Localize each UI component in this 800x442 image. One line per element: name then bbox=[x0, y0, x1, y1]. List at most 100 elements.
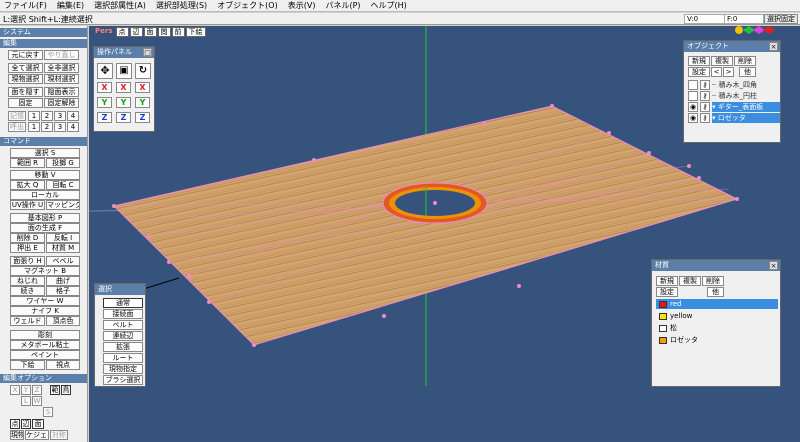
select-current-material-button[interactable]: 現材選択 bbox=[44, 74, 79, 84]
metaball-button[interactable]: メタボール粘土 bbox=[10, 340, 80, 350]
move-command-button[interactable]: 移動 V bbox=[10, 170, 80, 180]
move-z-button[interactable]: Z bbox=[97, 112, 112, 123]
recall-button[interactable]: 呼出 bbox=[8, 122, 26, 132]
operation-panel-close-button[interactable]: □ bbox=[143, 48, 152, 57]
range-command-button[interactable]: 範囲 R bbox=[10, 158, 45, 168]
redo-button[interactable]: やり直し bbox=[44, 50, 79, 60]
select-loop-edge-button[interactable]: 連続辺 bbox=[103, 331, 143, 341]
local-command-button[interactable]: ローカル bbox=[10, 190, 80, 200]
select-route-button[interactable]: ルート bbox=[103, 353, 143, 363]
bevel-button[interactable]: ベベル bbox=[46, 256, 80, 266]
view-edge-button[interactable]: 辺 bbox=[129, 27, 143, 37]
object-row-selected[interactable]: ▾ ギター_表面板 bbox=[712, 102, 780, 112]
menu-edit[interactable]: 編集(E) bbox=[57, 0, 84, 11]
object-settings-button[interactable]: 設定 bbox=[688, 67, 710, 77]
show-hidden-face-button[interactable]: 隠面表示 bbox=[44, 87, 79, 97]
vertex-color-button[interactable]: 頂点色 bbox=[46, 316, 80, 326]
face-stretch-button[interactable]: 面張り H bbox=[10, 256, 45, 266]
unfix-button[interactable]: 固定解除 bbox=[44, 98, 79, 108]
object-panel-close-button[interactable]: × bbox=[769, 42, 778, 51]
select-expand-button[interactable]: 拡張 bbox=[103, 342, 143, 352]
material-panel-close-button[interactable]: × bbox=[769, 261, 778, 270]
edge-mode-toggle[interactable]: 辺 bbox=[21, 419, 31, 429]
symmetry-toggle[interactable]: 対称 bbox=[50, 430, 68, 440]
object-panel-title[interactable]: オブジェクト × bbox=[684, 41, 780, 52]
object-prev-button[interactable]: < bbox=[711, 67, 722, 77]
material-settings-button[interactable]: 設定 bbox=[656, 287, 678, 297]
material-row[interactable]: 松 bbox=[656, 323, 778, 333]
material-row[interactable]: yellow bbox=[656, 311, 778, 321]
axis-z-toggle[interactable]: Z bbox=[32, 385, 42, 395]
material-command-button[interactable]: 材質 M bbox=[46, 243, 80, 253]
view-underlay-button[interactable]: 下絵 bbox=[185, 27, 206, 37]
lock-icon[interactable]: ⚷ bbox=[700, 80, 710, 90]
magnet-button[interactable]: マグネット B bbox=[10, 266, 80, 276]
object-next-button[interactable]: > bbox=[723, 67, 734, 77]
local-axis-toggle[interactable]: L bbox=[21, 396, 31, 406]
face-generate-button[interactable]: 面の生成 F bbox=[10, 223, 80, 233]
object-visibility-toggle[interactable] bbox=[688, 91, 698, 101]
memory-slot-3[interactable]: 3 bbox=[54, 111, 66, 121]
menu-selection-process[interactable]: 選択部処理(S) bbox=[156, 0, 207, 11]
extrude-command-button[interactable]: 押出 E bbox=[10, 243, 45, 253]
material-row-selected[interactable]: red bbox=[656, 299, 778, 309]
perspective-toggle[interactable]: Pers bbox=[93, 27, 115, 37]
eye-icon[interactable]: ◉ bbox=[688, 113, 698, 123]
view-face-button[interactable]: 面 bbox=[143, 27, 157, 37]
material-delete-button[interactable]: 削除 bbox=[702, 276, 724, 286]
select-belt-button[interactable]: ベルト bbox=[103, 320, 143, 330]
select-all-button[interactable]: 全て選択 bbox=[8, 63, 43, 73]
select-current-object-button[interactable]: 現物選択 bbox=[8, 74, 43, 84]
deselect-all-button[interactable]: 全非選択 bbox=[44, 63, 79, 73]
mapping-command-button[interactable]: マッピング bbox=[46, 200, 80, 210]
scale-command-button[interactable]: 拡大 Q bbox=[10, 180, 45, 190]
recall-slot-4[interactable]: 4 bbox=[67, 122, 79, 132]
menu-help[interactable]: ヘルプ(H) bbox=[371, 0, 407, 11]
material-clone-button[interactable]: 複製 bbox=[679, 276, 701, 286]
memory-slot-2[interactable]: 2 bbox=[41, 111, 53, 121]
lasso-command-button[interactable]: 投擲 G bbox=[46, 158, 80, 168]
recall-slot-2[interactable]: 2 bbox=[41, 122, 53, 132]
object-delete-button[interactable]: 削除 bbox=[734, 56, 756, 66]
view-wire-button[interactable]: 閲 bbox=[157, 27, 171, 37]
bend-button[interactable]: 曲げ bbox=[46, 276, 80, 286]
lock-icon[interactable]: ⚷ bbox=[700, 113, 710, 123]
rotate-x-button[interactable]: X bbox=[135, 82, 150, 93]
rotate-z-button[interactable]: Z bbox=[135, 112, 150, 123]
weld-button[interactable]: ウェルド bbox=[10, 316, 45, 326]
view-front-button[interactable]: 前 bbox=[171, 27, 185, 37]
material-panel-title[interactable]: 材質 × bbox=[652, 260, 780, 271]
object-row[interactable]: ┈ 積み木_四角 bbox=[712, 80, 780, 90]
world-axis-toggle[interactable]: W bbox=[32, 396, 42, 406]
object-clone-button[interactable]: 複製 bbox=[711, 56, 733, 66]
delete-command-button[interactable]: 削除 D bbox=[10, 233, 45, 243]
select-normal-button[interactable]: 通常 bbox=[103, 298, 143, 308]
snap-toggle[interactable]: 鳥 bbox=[61, 385, 71, 395]
object-row-selected[interactable]: ▾ ロゼッタ bbox=[712, 113, 780, 123]
memory-slot-4[interactable]: 4 bbox=[67, 111, 79, 121]
object-other-button[interactable]: 他 bbox=[739, 67, 756, 77]
rotate-command-button[interactable]: 回転 C bbox=[46, 180, 80, 190]
viewpoint-button[interactable]: 視点 bbox=[46, 360, 80, 370]
selection-panel-title[interactable]: 選択 bbox=[95, 284, 145, 295]
object-new-button[interactable]: 新規 bbox=[688, 56, 710, 66]
knife-button[interactable]: ナイフ K bbox=[10, 306, 80, 316]
material-row[interactable]: ロゼッタ bbox=[656, 335, 778, 345]
move-y-button[interactable]: Y bbox=[97, 97, 112, 108]
material-new-button[interactable]: 新規 bbox=[656, 276, 678, 286]
object-visibility-toggle[interactable] bbox=[688, 80, 698, 90]
lock-icon[interactable]: ⚷ bbox=[700, 91, 710, 101]
move-tool-icon[interactable]: ✥ bbox=[97, 63, 113, 79]
draw-button[interactable]: 下絵 bbox=[10, 360, 45, 370]
move-x-button[interactable]: X bbox=[97, 82, 112, 93]
fix-selection-button[interactable]: 選択固定 bbox=[764, 14, 798, 24]
uv-command-button[interactable]: UV操作 U bbox=[10, 200, 45, 210]
menu-view[interactable]: 表示(V) bbox=[288, 0, 316, 11]
sculpt-button[interactable]: 彫刻 bbox=[10, 330, 80, 340]
axis-x-toggle[interactable]: X bbox=[10, 385, 20, 395]
scale-z-button[interactable]: Z bbox=[116, 112, 131, 123]
rotate-tool-icon[interactable]: ↻ bbox=[135, 63, 151, 79]
select-brush-button[interactable]: ブラシ選択 bbox=[103, 375, 143, 385]
scale-tool-icon[interactable]: ▣ bbox=[116, 63, 132, 79]
continue-button[interactable]: 続き bbox=[10, 286, 45, 296]
